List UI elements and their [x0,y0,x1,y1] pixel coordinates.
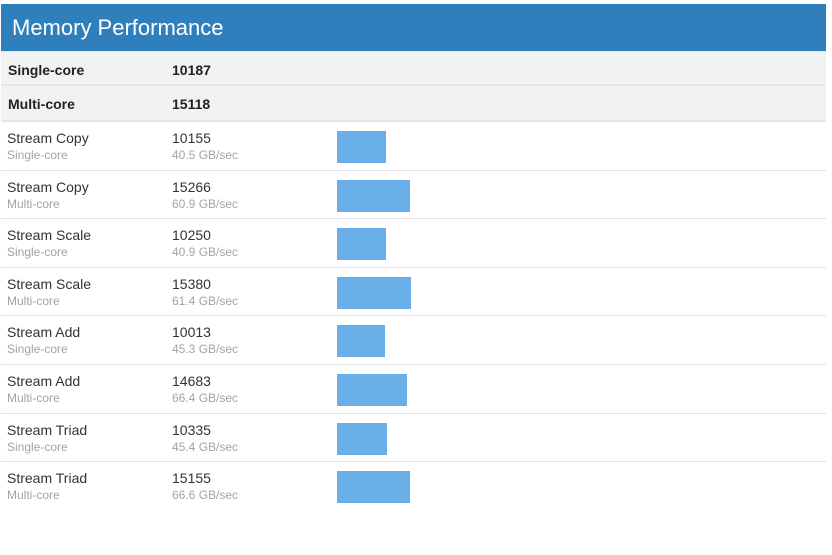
score-bar [337,471,410,504]
score-bar [337,131,386,163]
benchmark-mode: Single-core [7,245,68,260]
benchmark-name: Stream Add [7,372,81,389]
benchmark-name: Stream Copy [7,178,89,195]
benchmark-bandwidth: 45.3 GB/sec [172,342,239,357]
benchmark-score: 15380 [172,275,211,292]
summary-label: Multi-core [8,96,75,112]
score-bar [337,179,410,212]
score-bar [337,276,411,309]
summary-row-multi-core: Multi-core 15118 [1,86,826,122]
table-row: Stream Copy Single-core 10155 40.5 GB/se… [1,122,826,171]
table-row: Stream Add Single-core 10013 45.3 GB/sec [1,316,826,365]
benchmark-score: 10250 [172,227,211,244]
benchmark-score: 10155 [172,130,211,146]
panel-title: Memory Performance [1,4,826,51]
benchmark-score: 10335 [172,421,211,438]
benchmark-bandwidth: 40.9 GB/sec [172,245,239,260]
benchmark-mode: Multi-core [7,293,60,308]
benchmark-mode: Single-core [7,439,68,454]
benchmark-mode: Multi-core [7,488,60,503]
benchmark-mode: Multi-core [7,196,60,211]
memory-performance-panel: Memory Performance Single-core 10187 Mul… [1,4,826,511]
table-row: Stream Copy Multi-core 15266 60.9 GB/sec [1,171,826,220]
summary-score: 15118 [172,96,211,112]
summary-row-single-core: Single-core 10187 [1,51,826,86]
benchmark-mode: Multi-core [7,390,60,405]
benchmark-score: 15155 [172,470,211,487]
score-bar [337,373,407,406]
benchmark-bandwidth: 66.6 GB/sec [172,488,239,503]
table-row: Stream Triad Multi-core 15155 66.6 GB/se… [1,462,826,511]
summary-score: 10187 [172,62,211,78]
benchmark-score: 14683 [172,372,211,389]
table-row: Stream Scale Multi-core 15380 61.4 GB/se… [1,268,826,317]
benchmark-name: Stream Triad [7,421,88,438]
benchmark-list: Stream Copy Single-core 10155 40.5 GB/se… [1,122,826,511]
benchmark-name: Stream Copy [7,130,89,146]
score-bar [337,325,385,358]
benchmark-name: Stream Triad [7,470,88,487]
table-row: Stream Scale Single-core 10250 40.9 GB/s… [1,219,826,268]
benchmark-name: Stream Scale [7,275,92,292]
benchmark-mode: Single-core [7,342,68,357]
summary-label: Single-core [8,62,85,78]
table-row: Stream Triad Single-core 10335 45.4 GB/s… [1,414,826,463]
benchmark-mode: Single-core [7,148,68,162]
benchmark-bandwidth: 60.9 GB/sec [172,196,239,211]
benchmark-score: 15266 [172,178,211,195]
benchmark-bandwidth: 45.4 GB/sec [172,439,239,454]
benchmark-bandwidth: 66.4 GB/sec [172,390,239,405]
score-bar [337,228,386,261]
benchmark-name: Stream Scale [7,227,92,244]
benchmark-score: 10013 [172,324,211,341]
table-row: Stream Add Multi-core 14683 66.4 GB/sec [1,365,826,414]
benchmark-name: Stream Add [7,324,81,341]
score-bar [337,422,387,455]
benchmark-bandwidth: 61.4 GB/sec [172,293,239,308]
benchmark-bandwidth: 40.5 GB/sec [172,148,239,162]
